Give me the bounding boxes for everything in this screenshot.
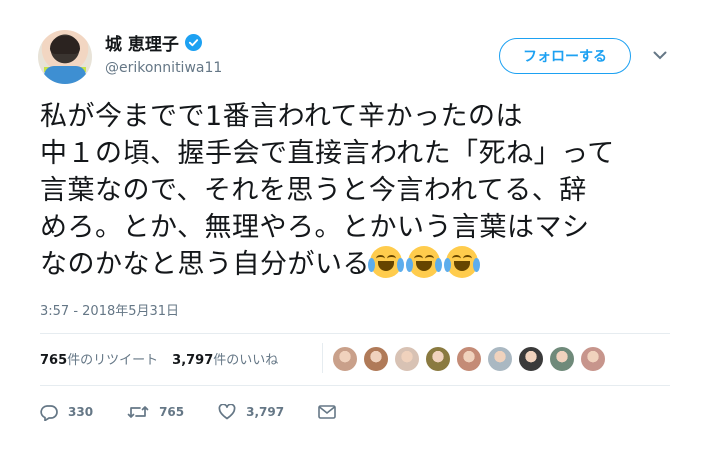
avatar[interactable] <box>38 30 92 84</box>
liker-avatar[interactable] <box>425 346 451 372</box>
retweet-label: 件のリツイート <box>67 352 159 368</box>
liker-avatar[interactable] <box>487 346 513 372</box>
liker-avatar[interactable] <box>332 346 358 372</box>
direct-message-button[interactable] <box>318 405 336 419</box>
user-handle[interactable]: @erikonnitiwa11 <box>105 60 222 76</box>
liker-avatar[interactable] <box>518 346 544 372</box>
heart-icon <box>218 404 236 420</box>
reply-count: 330 <box>68 405 94 419</box>
face-with-tears-of-joy-icon <box>368 246 404 278</box>
liker-avatar[interactable] <box>456 346 482 372</box>
tweet-text-line: 中１の頃、握手会で直接言われた「死ね」って <box>40 138 615 169</box>
verified-badge-icon <box>184 34 202 51</box>
liker-avatar[interactable] <box>363 346 389 372</box>
like-label: 件のいいね <box>213 352 279 368</box>
follow-button[interactable]: フォローする <box>499 38 631 74</box>
tweet-text: 私が今までで1番言われて辛かったのは 中１の頃、握手会で直接言われた「死ね」って… <box>40 98 680 283</box>
like-stat[interactable]: 3,797件のいいね <box>172 349 278 368</box>
display-name-text[interactable]: 城 恵理子 <box>105 30 179 55</box>
retweet-action-count: 765 <box>159 405 185 419</box>
retweet-icon <box>127 406 149 418</box>
like-button[interactable]: 3,797 <box>218 404 284 420</box>
tweet-text-last-line: なのかなと思う自分がいる <box>40 246 680 283</box>
divider <box>40 385 670 386</box>
tweet-stats: 765件のリツイート 3,797件のいいね <box>40 343 292 373</box>
retweet-stat[interactable]: 765件のリツイート <box>40 349 158 368</box>
liker-avatar[interactable] <box>580 346 606 372</box>
tweet-text-line: 私が今までで1番言われて辛かったのは <box>40 101 524 132</box>
liker-avatar[interactable] <box>549 346 575 372</box>
tweet-timestamp[interactable]: 3:57 - 2018年5月31日 <box>40 300 179 319</box>
tweet-actions: 330 765 3,797 <box>40 400 370 424</box>
liker-avatars <box>332 346 606 372</box>
tweet-text-line: めろ。とか、無理やろ。とかいう言葉はマシ <box>40 212 590 243</box>
retweet-count: 765 <box>40 352 68 368</box>
like-count: 3,797 <box>172 352 214 368</box>
liker-avatar[interactable] <box>394 346 420 372</box>
like-action-count: 3,797 <box>246 405 285 419</box>
divider <box>40 333 670 334</box>
display-name[interactable]: 城 恵理子 <box>105 30 202 55</box>
chevron-down-icon[interactable] <box>651 46 669 64</box>
emoji-group <box>368 246 484 280</box>
stats-separator <box>322 343 323 373</box>
reply-button[interactable]: 330 <box>40 404 93 421</box>
retweet-button[interactable]: 765 <box>127 404 184 420</box>
tweet-text-line: なのかなと思う自分がいる <box>40 249 370 280</box>
face-with-tears-of-joy-icon <box>406 246 442 278</box>
tweet-text-line: 言葉なので、それを思うと今言われてる、辞 <box>40 175 587 206</box>
reply-icon <box>40 404 58 421</box>
tweet-card: 城 恵理子 @erikonnitiwa11 フォローする 私が今までで1番言われ… <box>0 0 710 455</box>
mail-icon <box>318 405 336 419</box>
face-with-tears-of-joy-icon <box>444 246 480 278</box>
